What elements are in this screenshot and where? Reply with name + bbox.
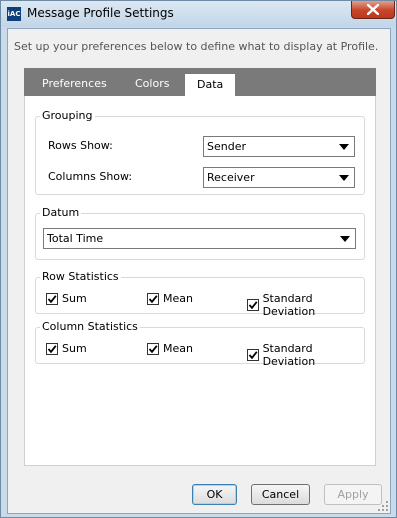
- row-sum-label: Sum: [62, 292, 87, 305]
- column-stddev-checkbox[interactable]: Standard Deviation: [247, 342, 364, 368]
- row-statistics-legend: Row Statistics: [40, 270, 121, 283]
- dialog-window: iAC Message Profile Settings Set up your…: [0, 0, 397, 518]
- row-stddev-checkbox[interactable]: Standard Deviation: [247, 292, 364, 318]
- grouping-legend: Grouping: [40, 109, 95, 122]
- datum-value: Total Time: [47, 232, 104, 245]
- title-bar[interactable]: iAC Message Profile Settings: [1, 1, 396, 27]
- grouping-group: Grouping Rows Show: Sender Columns Show:…: [35, 109, 365, 195]
- tab-bar: Preferences Colors Data: [24, 68, 376, 96]
- rows-show-label: Rows Show:: [48, 139, 113, 152]
- checkbox-box[interactable]: [147, 292, 159, 305]
- datum-group: Datum Total Time: [35, 206, 365, 260]
- columns-show-label: Columns Show:: [48, 170, 133, 183]
- row-mean-label: Mean: [163, 292, 193, 305]
- chevron-down-icon: [339, 144, 349, 150]
- cancel-button[interactable]: Cancel: [251, 484, 310, 505]
- column-statistics-group: Column Statistics Sum Mean Standard Devi…: [35, 320, 365, 368]
- column-mean-checkbox[interactable]: Mean: [147, 342, 193, 355]
- close-button[interactable]: [351, 1, 395, 19]
- row-stddev-label: Standard Deviation: [262, 292, 316, 318]
- checkmark-icon: [148, 344, 158, 353]
- resize-grip-icon[interactable]: [378, 501, 388, 511]
- column-sum-label: Sum: [62, 342, 87, 355]
- tab-data[interactable]: Data: [185, 74, 236, 96]
- checkbox-box[interactable]: [46, 292, 58, 305]
- ok-button[interactable]: OK: [192, 484, 237, 505]
- app-icon: iAC: [7, 7, 21, 21]
- window-title: Message Profile Settings: [27, 6, 174, 20]
- datum-legend: Datum: [40, 206, 82, 219]
- tab-preferences[interactable]: Preferences: [42, 77, 107, 90]
- row-sum-checkbox[interactable]: Sum: [46, 292, 87, 305]
- checkbox-box[interactable]: [247, 299, 259, 311]
- checkbox-box[interactable]: [247, 349, 259, 361]
- datum-select[interactable]: Total Time: [43, 228, 356, 249]
- tab-colors[interactable]: Colors: [135, 77, 169, 90]
- checkmark-icon: [148, 294, 158, 303]
- checkmark-icon: [248, 351, 258, 360]
- data-tab-panel: Grouping Rows Show: Sender Columns Show:…: [24, 96, 376, 466]
- column-statistics-legend: Column Statistics: [40, 320, 140, 333]
- chevron-down-icon: [339, 175, 349, 181]
- columns-show-select[interactable]: Receiver: [203, 167, 355, 188]
- close-icon: [367, 4, 379, 15]
- dialog-body: Set up your preferences below to define …: [7, 28, 391, 514]
- checkmark-icon: [47, 344, 57, 353]
- intro-text: Set up your preferences below to define …: [14, 40, 379, 53]
- rows-show-select[interactable]: Sender: [203, 136, 355, 157]
- checkmark-icon: [248, 301, 258, 310]
- rows-show-value: Sender: [207, 140, 246, 153]
- row-statistics-group: Row Statistics Sum Mean Standard Deviati…: [35, 270, 365, 318]
- row-mean-checkbox[interactable]: Mean: [147, 292, 193, 305]
- chevron-down-icon: [340, 236, 350, 242]
- column-stddev-label: Standard Deviation: [262, 342, 316, 368]
- columns-show-value: Receiver: [207, 171, 255, 184]
- checkbox-box[interactable]: [147, 342, 159, 355]
- column-mean-label: Mean: [163, 342, 193, 355]
- column-sum-checkbox[interactable]: Sum: [46, 342, 87, 355]
- checkbox-box[interactable]: [46, 342, 58, 355]
- checkmark-icon: [47, 294, 57, 303]
- apply-button[interactable]: Apply: [324, 484, 382, 505]
